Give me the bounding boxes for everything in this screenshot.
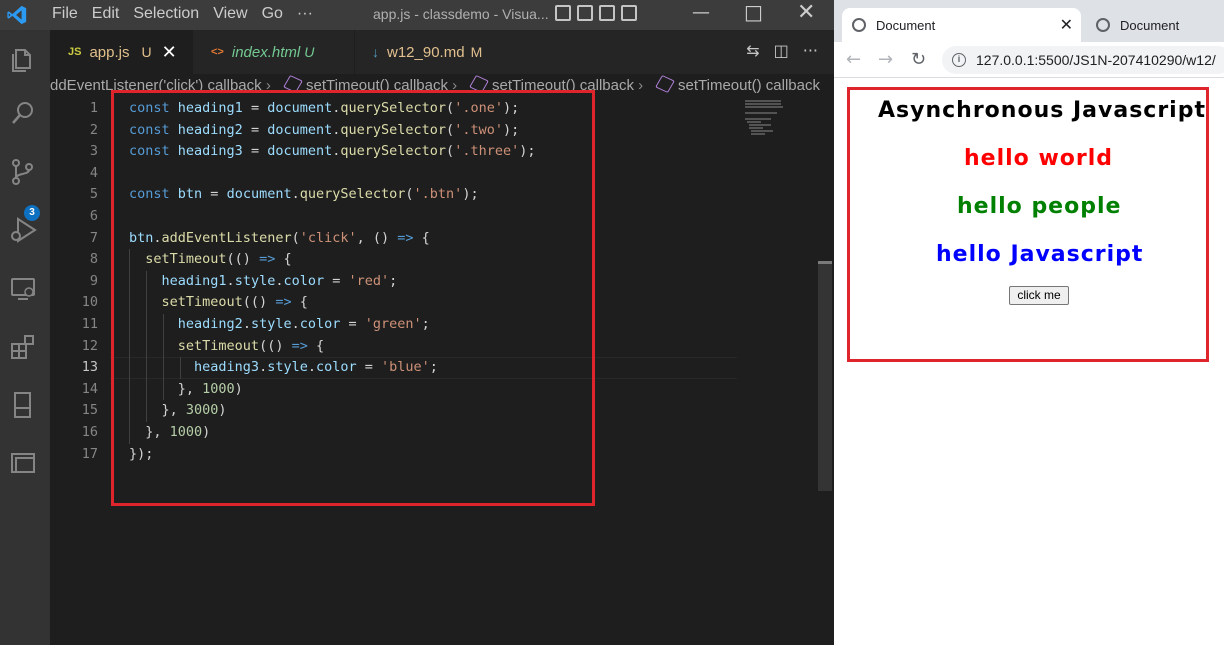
line-number: 2 xyxy=(89,121,98,138)
browser-window: Document ✕ Document ← → ↻ i 127.0.0.1:55… xyxy=(834,0,1224,645)
window-title: app.js - classdemo - Visua... xyxy=(373,6,549,22)
customize-layout-icon[interactable] xyxy=(621,5,637,21)
address-bar[interactable]: i 127.0.0.1:5500/JS1N-207410290/w12/ xyxy=(942,46,1224,74)
html-file-icon: <> xyxy=(211,46,224,58)
browser-tab-inactive[interactable]: Document xyxy=(1086,8,1224,42)
menu-selection[interactable]: Selection xyxy=(126,4,206,24)
tab-label: app.js xyxy=(89,43,130,61)
activity-bar: 3 xyxy=(0,30,50,645)
layout-controls xyxy=(555,5,637,21)
menu-bar: File Edit Selection View Go ··· xyxy=(45,4,320,24)
method-icon xyxy=(655,74,675,94)
tab-git-status: U xyxy=(141,44,152,60)
site-info-icon[interactable]: i xyxy=(952,53,966,67)
close-window-icon[interactable]: ✕ xyxy=(797,0,815,25)
web-page: Asynchronous Javascript hello world hell… xyxy=(834,78,1224,645)
extensions-icon[interactable] xyxy=(8,332,38,362)
javascript-file-icon: JS xyxy=(68,46,82,58)
line-number: 3 xyxy=(89,143,98,160)
line-number: 10 xyxy=(81,294,98,311)
split-editor-icon[interactable]: ◫ xyxy=(774,41,789,60)
browser-tab-title: Document xyxy=(876,17,936,33)
toggle-panel-icon[interactable] xyxy=(577,5,593,21)
line-number: 7 xyxy=(89,229,98,246)
line-number: 13 xyxy=(81,359,98,376)
menu-more[interactable]: ··· xyxy=(290,4,320,24)
back-icon[interactable]: ← xyxy=(846,49,861,70)
tab-w12-md[interactable]: ↓ w12_90.md M xyxy=(356,30,516,74)
tab-label: w12_90.md xyxy=(387,43,465,61)
explorer-icon[interactable] xyxy=(8,44,38,74)
scrollbar-cursor-marker xyxy=(818,261,832,264)
line-number: 14 xyxy=(81,380,98,397)
line-number: 8 xyxy=(89,251,98,268)
toggle-sidebar-icon[interactable] xyxy=(555,5,571,21)
line-number: 1 xyxy=(89,100,98,116)
breadcrumb-item[interactable]: setTimeout() callback xyxy=(655,74,820,94)
close-tab-icon[interactable]: ✕ xyxy=(1060,15,1073,35)
minimap[interactable] xyxy=(743,98,823,138)
testing-icon[interactable] xyxy=(8,390,38,420)
browser-tab-title: Document xyxy=(1120,17,1180,33)
tab-git-status: U xyxy=(304,44,315,60)
reload-icon[interactable]: ↻ xyxy=(911,49,926,70)
maximize-icon[interactable]: □ xyxy=(744,0,763,24)
minimize-icon[interactable]: — xyxy=(692,2,710,23)
browser-tab-strip: Document ✕ Document xyxy=(834,0,1224,42)
line-number: 11 xyxy=(81,316,98,332)
tab-label: index.html xyxy=(231,43,301,61)
line-number: 17 xyxy=(81,445,98,462)
forward-icon[interactable]: → xyxy=(878,49,893,70)
vscode-window: File Edit Selection View Go ··· app.js -… xyxy=(0,0,834,645)
browser-toolbar: ← → ↻ i 127.0.0.1:5500/JS1N-207410290/w1… xyxy=(834,42,1224,78)
menu-view[interactable]: View xyxy=(206,4,254,24)
close-tab-icon[interactable]: ✕ xyxy=(162,42,177,63)
line-number: 5 xyxy=(89,186,98,203)
toggle-secondary-sidebar-icon[interactable] xyxy=(599,5,615,21)
remote-explorer-icon[interactable] xyxy=(8,274,38,304)
panels-icon[interactable] xyxy=(8,448,38,478)
globe-icon xyxy=(1096,18,1110,32)
source-control-icon[interactable] xyxy=(8,157,38,187)
code-highlight-annotation xyxy=(111,90,595,506)
line-number: 16 xyxy=(81,424,98,440)
globe-icon xyxy=(852,18,866,32)
tab-index-html[interactable]: <> index.html U xyxy=(193,30,355,74)
line-number: 15 xyxy=(81,402,98,419)
vscode-logo-icon xyxy=(7,5,27,25)
editor-actions: ⇆ ◫ ··· xyxy=(746,41,818,60)
browser-tab-active[interactable]: Document ✕ xyxy=(842,8,1081,42)
vertical-scrollbar[interactable] xyxy=(818,261,832,491)
line-number: 4 xyxy=(89,164,98,181)
menu-file[interactable]: File xyxy=(45,4,85,24)
menu-go[interactable]: Go xyxy=(255,4,290,24)
chevron-right-icon: › xyxy=(638,77,644,94)
menu-edit[interactable]: Edit xyxy=(85,4,127,24)
line-number: 6 xyxy=(89,208,98,224)
more-actions-icon[interactable]: ··· xyxy=(803,41,818,60)
run-debug-icon[interactable] xyxy=(8,215,38,245)
search-icon[interactable] xyxy=(8,98,38,128)
editor-tab-bar: JS app.js U ✕ <> index.html U ↓ w12_90.m… xyxy=(50,30,834,74)
tab-git-status: M xyxy=(470,44,483,60)
tab-app-js[interactable]: JS app.js U ✕ xyxy=(50,30,193,74)
url-text: 127.0.0.1:5500/JS1N-207410290/w12/ xyxy=(976,52,1216,68)
title-bar: File Edit Selection View Go ··· app.js -… xyxy=(0,0,834,30)
compare-changes-icon[interactable]: ⇆ xyxy=(746,41,759,60)
line-number: 9 xyxy=(89,272,98,289)
markdown-file-icon: ↓ xyxy=(372,44,379,60)
line-number: 12 xyxy=(81,337,98,354)
output-highlight-annotation xyxy=(847,87,1209,362)
breadcrumb-label: setTimeout() callback xyxy=(678,77,820,94)
